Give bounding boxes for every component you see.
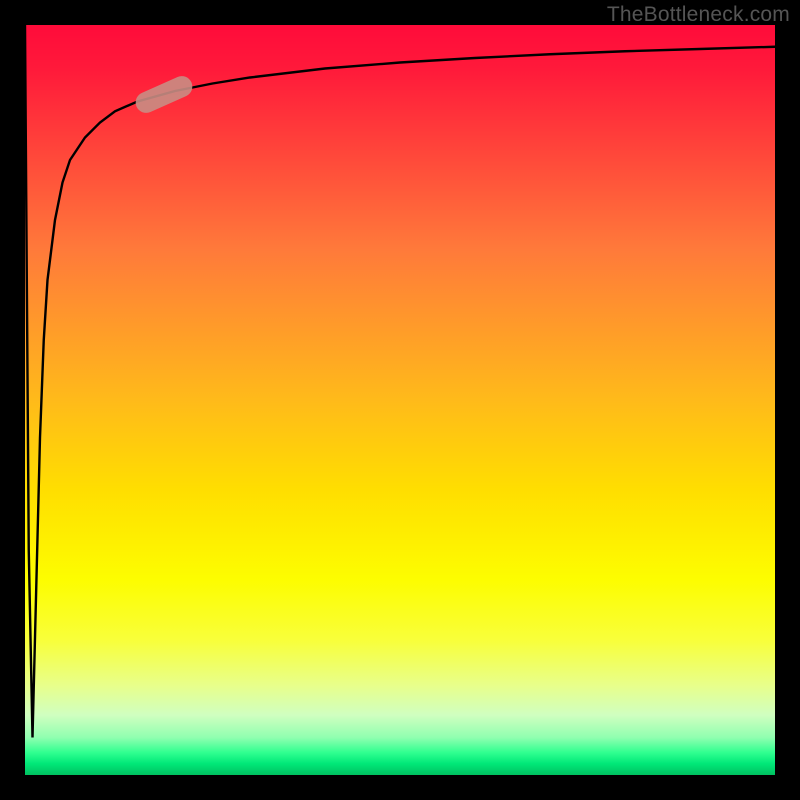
plot-area xyxy=(25,25,775,775)
chart-root: TheBottleneck.com xyxy=(0,0,800,800)
attribution-label: TheBottleneck.com xyxy=(607,3,790,27)
curve-path xyxy=(25,25,775,738)
curve-layer xyxy=(25,25,775,775)
